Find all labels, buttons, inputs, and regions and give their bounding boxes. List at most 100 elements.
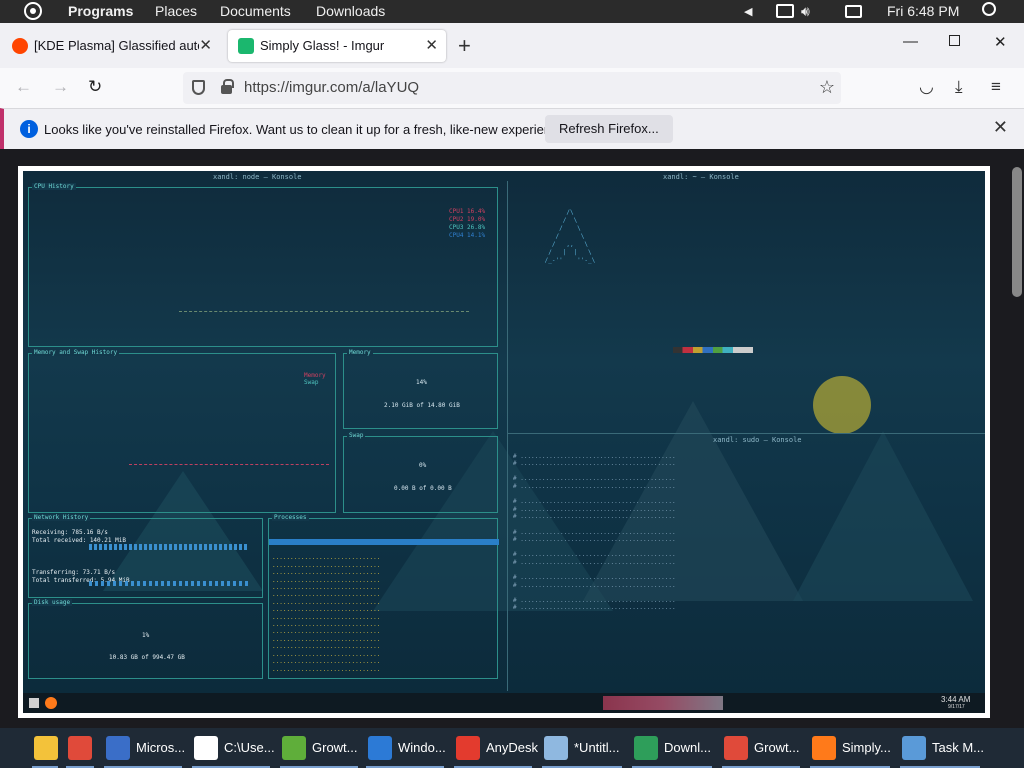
page-scrollbar[interactable] xyxy=(1012,167,1022,297)
tab-title: [KDE Plasma] Glassified autohid xyxy=(34,38,199,53)
back-icon[interactable]: ← xyxy=(15,77,32,97)
transferring-label: Transferring: xyxy=(32,569,79,576)
reload-icon[interactable]: ↻ xyxy=(88,77,102,97)
cpu-history-label: CPU History xyxy=(32,183,76,190)
lock-icon[interactable] xyxy=(221,79,234,94)
taskbar-app-label: *Untitl... xyxy=(574,740,620,755)
taskbar-app-chrome[interactable] xyxy=(62,728,98,768)
close-tab-icon[interactable]: ✕ xyxy=(199,36,212,54)
firefox-icon xyxy=(812,736,836,760)
growtopia-icon xyxy=(282,736,306,760)
reddit-icon xyxy=(12,38,28,54)
downloads-menu[interactable]: Downloads xyxy=(316,3,385,19)
firefox-icon[interactable] xyxy=(45,697,57,709)
taskbar-app-growtopia[interactable]: Growt... xyxy=(276,728,362,768)
transfer-graph xyxy=(89,581,249,586)
bottom-konsole-title: xandl: sudo — Konsole xyxy=(713,436,802,444)
programs-menu[interactable]: Programs xyxy=(68,3,133,19)
receiving-value: 785.16 B/s xyxy=(71,529,108,536)
cpu-history-pane: CPU History CPU1 16.4% CPU2 19.0% CPU3 26.… xyxy=(28,183,498,347)
task-manager-icon xyxy=(902,736,926,760)
kde-launcher-icon[interactable] xyxy=(29,698,39,708)
pager-icon[interactable] xyxy=(603,696,723,710)
zshrc-text: # ......................................… xyxy=(513,452,676,612)
process-list: .............................. .........… xyxy=(272,554,381,673)
desktop-screenshot-image[interactable]: xandl: node — Konsole CPU History CPU1 1… xyxy=(23,171,985,713)
close-notification-icon[interactable]: ✕ xyxy=(993,117,1008,138)
search-icon[interactable] xyxy=(982,2,996,16)
activities-icon[interactable] xyxy=(24,2,42,20)
navigation-bar: ← → ↻ https://imgur.com/a/laYUQ ☆ ◡ ⤓ ≡ xyxy=(0,68,1024,108)
taskbar-app-label: Growt... xyxy=(312,740,358,755)
memory-usage: 2.10 GiB of 14.80 GiB xyxy=(384,402,460,409)
refresh-firefox-button[interactable]: Refresh Firefox... xyxy=(545,115,673,143)
7zip-icon xyxy=(194,736,218,760)
new-tab-icon[interactable]: + xyxy=(458,33,471,59)
taskbar-app-windows-security[interactable]: Windo... xyxy=(362,728,448,768)
kde-panel: 3:44 AM 9/17/17 xyxy=(23,693,985,713)
notification-icon[interactable] xyxy=(845,5,862,18)
minimize-icon[interactable]: — xyxy=(903,33,918,50)
restore-icon[interactable] xyxy=(949,35,960,46)
arrow-left-icon[interactable]: ◀ xyxy=(744,5,752,18)
pane-divider xyxy=(508,433,985,434)
network-stats: Receiving: 785.16 B/s Total received: 14… xyxy=(32,529,130,585)
url-bar[interactable]: https://imgur.com/a/laYUQ ☆ xyxy=(183,72,841,104)
places-menu[interactable]: Places xyxy=(155,3,197,19)
left-konsole-title: xandl: node — Konsole xyxy=(213,173,302,181)
taskbar-app-file-explorer[interactable] xyxy=(28,728,62,768)
disk-usage-label: Disk usage xyxy=(32,599,73,606)
taskbar-app-label: Micros... xyxy=(136,740,186,755)
info-icon: i xyxy=(20,120,38,138)
shield-icon[interactable] xyxy=(192,80,205,95)
transferring-value: 73.71 B/s xyxy=(82,569,116,576)
close-window-icon[interactable]: ✕ xyxy=(994,33,1007,51)
page-content: xandl: node — Konsole CPU History CPU1 1… xyxy=(0,149,1024,728)
taskbar-app-task-manager[interactable]: Task M... xyxy=(896,728,984,768)
taskbar-app-label: AnyDesk xyxy=(486,740,539,755)
swap-pane: Swap 0% 0.00 B of 0.00 B xyxy=(343,432,498,513)
taskbar-app-solitaire[interactable]: Micros... xyxy=(100,728,186,768)
pocket-icon[interactable]: ◡ xyxy=(919,77,934,97)
documents-menu[interactable]: Documents xyxy=(220,3,291,19)
tab-reddit[interactable]: [KDE Plasma] Glassified autohid ✕ xyxy=(2,30,220,62)
taskbar-app-label: C:\Use... xyxy=(224,740,275,755)
taskbar-app-label: Windo... xyxy=(398,740,446,755)
gnome-top-bar: Programs Places Documents Downloads ◀ 🔊︎… xyxy=(0,0,1024,23)
tab-imgur[interactable]: Simply Glass! - Imgur ✕ xyxy=(228,30,446,62)
taskbar-app-notepad[interactable]: *Untitl... xyxy=(538,728,626,768)
memory-legend: Memory Swap xyxy=(304,372,326,386)
downloads-icon[interactable]: ⤓ xyxy=(955,77,963,97)
total-received-label: Total received: xyxy=(32,537,87,544)
taskbar-app-anydesk[interactable]: AnyDesk xyxy=(450,728,539,768)
pane-divider xyxy=(507,181,508,691)
taskbar-app-firefox[interactable]: Simply... xyxy=(806,728,894,768)
bookmark-star-icon[interactable]: ☆ xyxy=(819,77,835,98)
memory-graph xyxy=(129,464,329,465)
memory-percent: 14% xyxy=(416,379,427,386)
tab-title: Simply Glass! - Imgur xyxy=(260,38,385,53)
clock[interactable]: Fri 6:48 PM xyxy=(887,3,959,19)
network-icon[interactable] xyxy=(776,4,794,18)
selected-process-row[interactable] xyxy=(269,539,499,545)
receiving-label: Receiving: xyxy=(32,529,69,536)
network-history-pane: Network History Receiving: 785.16 B/s To… xyxy=(28,514,263,598)
file-explorer-icon xyxy=(34,736,58,760)
kde-clock-time[interactable]: 3:44 AM xyxy=(941,695,970,704)
memory-label: Memory xyxy=(347,349,373,356)
forward-icon[interactable]: → xyxy=(52,77,69,97)
url-text[interactable]: https://imgur.com/a/laYUQ xyxy=(244,79,419,96)
right-konsole-title: xandl: ~ — Konsole xyxy=(663,173,739,181)
receive-graph xyxy=(89,544,249,550)
memory-pane: Memory 14% 2.10 GiB of 14.80 GiB xyxy=(343,349,498,429)
kde-clock-date[interactable]: 9/17/17 xyxy=(948,704,965,710)
taskbar-app-chrome[interactable]: Growt... xyxy=(718,728,804,768)
total-received-value: 140.21 MiB xyxy=(89,537,126,544)
taskbar-app-7zip[interactable]: C:\Use... xyxy=(188,728,275,768)
taskbar-app-downloads[interactable]: Downl... xyxy=(628,728,716,768)
close-tab-icon[interactable]: ✕ xyxy=(425,36,438,54)
anydesk-icon xyxy=(456,736,480,760)
total-transferred-label: Total transferred: xyxy=(32,577,98,584)
menu-icon[interactable]: ≡ xyxy=(991,77,1001,97)
volume-icon[interactable]: 🔊︎ xyxy=(801,3,810,20)
